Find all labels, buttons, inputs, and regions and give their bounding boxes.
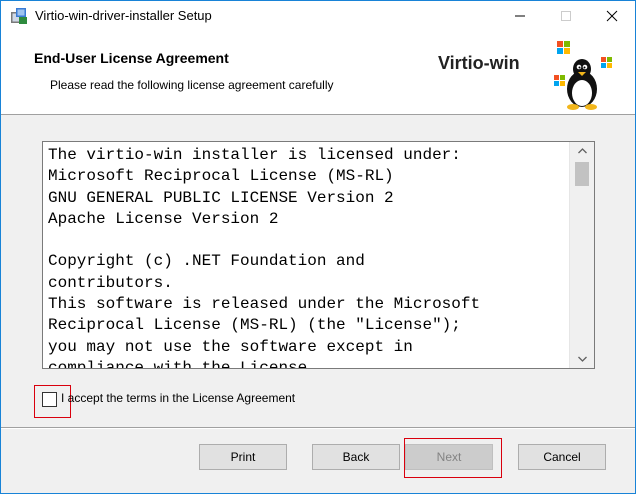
accept-terms-label[interactable]: I accept the terms in the License Agreem… bbox=[61, 391, 295, 405]
print-button[interactable]: Print bbox=[199, 444, 287, 470]
chevron-up-icon bbox=[578, 148, 587, 154]
chevron-down-icon bbox=[578, 356, 587, 362]
scrollbar-thumb[interactable] bbox=[575, 162, 589, 186]
minimize-button[interactable] bbox=[497, 1, 543, 31]
setup-window: Virtio-win-driver-installer Setup End-Us… bbox=[0, 0, 636, 494]
accept-terms-row: I accept the terms in the License Agreem… bbox=[34, 385, 354, 419]
close-button[interactable] bbox=[589, 1, 635, 31]
minimize-icon bbox=[515, 15, 525, 17]
maximize-button[interactable] bbox=[543, 1, 589, 31]
title-bar: Virtio-win-driver-installer Setup bbox=[1, 1, 635, 31]
maximize-icon bbox=[561, 11, 571, 21]
close-icon bbox=[606, 10, 618, 22]
scroll-down-button[interactable] bbox=[570, 350, 594, 368]
button-area-divider-highlight bbox=[1, 428, 635, 429]
header-band: End-User License Agreement Please read t… bbox=[1, 31, 635, 115]
cancel-button[interactable]: Cancel bbox=[518, 444, 606, 470]
window-title: Virtio-win-driver-installer Setup bbox=[35, 8, 212, 23]
vertical-scrollbar[interactable] bbox=[569, 142, 594, 368]
page-subtitle: Please read the following license agreem… bbox=[50, 78, 334, 92]
scroll-up-button[interactable] bbox=[570, 142, 594, 160]
back-button[interactable]: Back bbox=[312, 444, 400, 470]
license-text-box[interactable]: The virtio-win installer is licensed und… bbox=[42, 141, 595, 369]
next-button-highlight-box bbox=[404, 438, 502, 478]
license-text: The virtio-win installer is licensed und… bbox=[48, 146, 481, 369]
installer-app-icon bbox=[11, 8, 27, 24]
accept-terms-checkbox[interactable] bbox=[42, 392, 57, 407]
tux-windows-logo-icon bbox=[554, 41, 612, 110]
page-title: End-User License Agreement bbox=[34, 50, 229, 66]
virtio-win-logo-text: Virtio-win bbox=[438, 53, 520, 73]
